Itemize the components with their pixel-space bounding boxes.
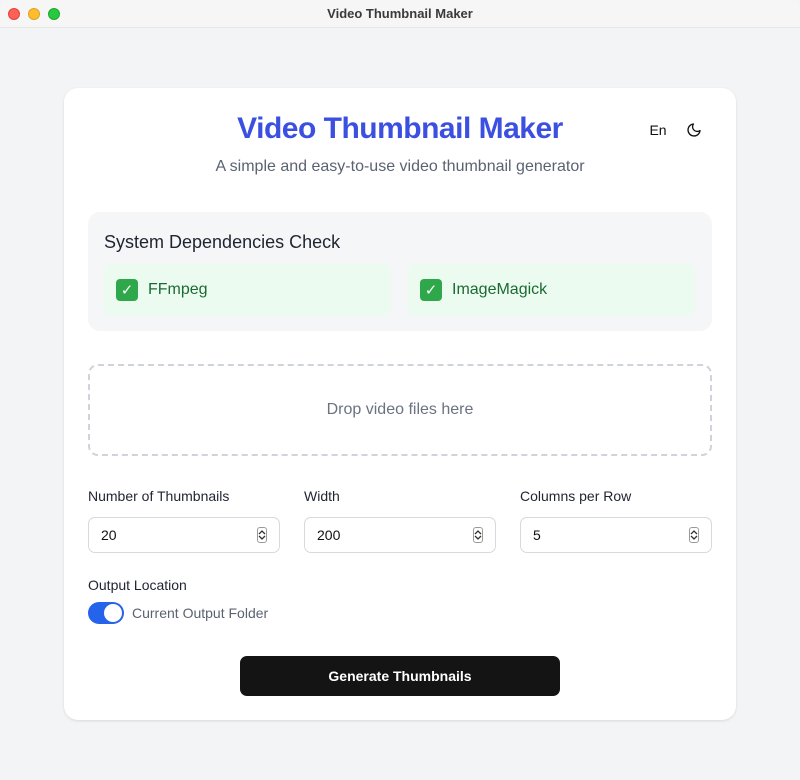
dependencies-panel: System Dependencies Check ✓ FFmpeg ✓ Ima…: [88, 212, 712, 331]
width-input[interactable]: 200: [304, 517, 496, 553]
page-subtitle: A simple and easy-to-use video thumbnail…: [215, 158, 585, 175]
generate-thumbnails-button[interactable]: Generate Thumbnails: [240, 656, 560, 696]
thumbnails-field: Number of Thumbnails 20: [88, 488, 280, 553]
columns-value: 5: [533, 527, 541, 543]
columns-field: Columns per Row 5: [520, 488, 712, 553]
dependency-item-ffmpeg: ✓ FFmpeg: [104, 264, 391, 316]
window-title: Video Thumbnail Maker: [327, 6, 473, 21]
stepper-arrows-icon: [690, 530, 698, 540]
thumbnails-stepper[interactable]: [257, 527, 267, 543]
toggle-knob: [104, 604, 122, 622]
page-title: Video Thumbnail Maker: [237, 112, 563, 145]
columns-stepper[interactable]: [689, 527, 699, 543]
check-icon: ✓: [420, 279, 442, 301]
dependencies-title: System Dependencies Check: [104, 232, 341, 252]
window-controls: [8, 8, 60, 20]
moon-icon: [687, 123, 701, 137]
main-card: Video Thumbnail Maker A simple and easy-…: [64, 88, 736, 720]
output-folder-toggle-label: Current Output Folder: [132, 605, 269, 621]
theme-toggle-button[interactable]: [682, 118, 706, 142]
dependency-label: ImageMagick: [452, 281, 548, 298]
width-value: 200: [317, 527, 341, 543]
output-folder-toggle[interactable]: [88, 602, 124, 624]
thumbnails-value: 20: [101, 527, 117, 543]
app-window: Video Thumbnail Maker Video Thumbnail Ma…: [0, 0, 800, 780]
title-bar: Video Thumbnail Maker: [0, 0, 800, 28]
stepper-arrows-icon: [474, 530, 482, 540]
header: Video Thumbnail Maker A simple and easy-…: [64, 88, 736, 198]
dependency-item-imagemagick: ✓ ImageMagick: [408, 264, 695, 316]
columns-input[interactable]: 5: [520, 517, 712, 553]
maximize-window-button[interactable]: [48, 8, 60, 20]
stepper-arrows-icon: [258, 530, 266, 540]
output-location-label: Output Location: [88, 577, 187, 593]
width-label: Width: [304, 488, 340, 504]
video-dropzone[interactable]: Drop video files here: [88, 364, 712, 456]
width-stepper[interactable]: [473, 527, 483, 543]
width-field: Width 200: [304, 488, 496, 553]
dependency-label: FFmpeg: [148, 281, 208, 298]
check-icon: ✓: [116, 279, 138, 301]
thumbnails-input[interactable]: 20: [88, 517, 280, 553]
language-button[interactable]: En: [642, 118, 674, 142]
columns-label: Columns per Row: [520, 488, 632, 504]
close-window-button[interactable]: [8, 8, 20, 20]
minimize-window-button[interactable]: [28, 8, 40, 20]
thumbnails-label: Number of Thumbnails: [88, 488, 230, 504]
